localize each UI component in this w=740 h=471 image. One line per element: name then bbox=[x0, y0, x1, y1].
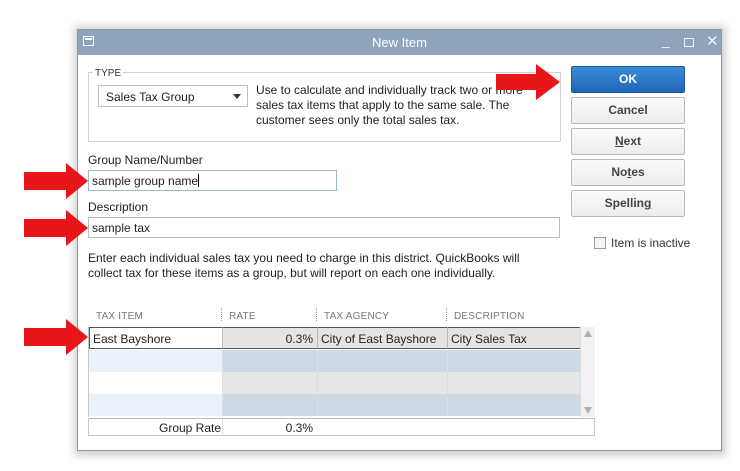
group-name-input[interactable]: sample group name bbox=[88, 170, 337, 191]
description-value: sample tax bbox=[92, 221, 151, 235]
cell-tax-item[interactable]: East Bayshore bbox=[89, 327, 222, 349]
cell-tax-item[interactable] bbox=[89, 394, 222, 416]
tax-items-grid: TAX ITEM RATE TAX AGENCY DESCRIPTION Eas… bbox=[88, 307, 595, 436]
grid-scrollbar[interactable] bbox=[580, 327, 595, 417]
group-name-value: sample group name bbox=[92, 174, 199, 188]
scroll-up-icon[interactable] bbox=[584, 330, 592, 337]
cell-tax-item[interactable] bbox=[89, 372, 222, 394]
group-rate-value: 0.3% bbox=[285, 421, 313, 435]
group-rate-footer: Group Rate 0.3% bbox=[88, 418, 595, 436]
table-row[interactable] bbox=[89, 350, 581, 372]
new-item-dialog: New Item _ ✕ TYPE Sales Tax Group Use to… bbox=[77, 29, 722, 451]
column-header-tax-item[interactable]: TAX ITEM bbox=[96, 311, 143, 322]
column-header-tax-agency[interactable]: TAX AGENCY bbox=[324, 311, 389, 322]
next-button[interactable]: Next bbox=[571, 128, 685, 155]
cell-description[interactable] bbox=[447, 394, 581, 416]
column-separator[interactable] bbox=[316, 308, 317, 321]
item-type-dropdown[interactable]: Sales Tax Group bbox=[98, 85, 248, 107]
column-header-description[interactable]: DESCRIPTION bbox=[454, 311, 525, 322]
minimize-icon[interactable]: _ bbox=[662, 32, 670, 48]
cell-rate[interactable] bbox=[222, 372, 317, 394]
cell-tax-agency[interactable] bbox=[317, 372, 447, 394]
description-label: Description bbox=[88, 200, 149, 214]
column-separator[interactable] bbox=[221, 308, 222, 321]
description-input[interactable]: sample tax bbox=[88, 217, 560, 238]
cell-rate[interactable] bbox=[222, 350, 317, 372]
table-row[interactable] bbox=[89, 394, 581, 416]
cell-tax-agency[interactable] bbox=[317, 394, 447, 416]
cell-tax-agency[interactable] bbox=[317, 350, 447, 372]
item-inactive-label: Item is inactive bbox=[611, 236, 691, 250]
cell-rate[interactable] bbox=[222, 394, 317, 416]
cell-description[interactable] bbox=[447, 350, 581, 372]
type-legend: TYPE bbox=[93, 68, 124, 79]
notes-button[interactable]: Notes bbox=[571, 159, 685, 186]
column-separator[interactable] bbox=[446, 308, 447, 321]
dropdown-caret-icon bbox=[233, 94, 241, 99]
maximize-icon[interactable] bbox=[684, 38, 694, 47]
spelling-button[interactable]: Spelling bbox=[571, 190, 685, 217]
window-title: New Item bbox=[372, 35, 427, 50]
table-row[interactable] bbox=[89, 372, 581, 394]
annotation-arrow-group-name bbox=[24, 163, 88, 199]
instructions-text: Enter each individual sales tax you need… bbox=[88, 251, 520, 280]
cancel-button[interactable]: Cancel bbox=[571, 97, 685, 124]
ok-button[interactable]: OK bbox=[571, 66, 685, 93]
next-button-label: Next bbox=[614, 134, 641, 148]
group-name-label: Group Name/Number bbox=[88, 153, 203, 167]
group-rate-label: Group Rate bbox=[159, 421, 222, 435]
column-header-rate[interactable]: RATE bbox=[229, 311, 256, 322]
text-caret bbox=[198, 174, 200, 187]
grid-body: East Bayshore 0.3% City of East Bayshore… bbox=[88, 327, 581, 417]
annotation-arrow-description bbox=[24, 210, 88, 246]
annotation-arrow-ok bbox=[496, 64, 560, 100]
cell-description[interactable]: City Sales Tax bbox=[447, 327, 581, 349]
annotation-arrow-tax-item bbox=[24, 319, 88, 355]
footer-separator bbox=[222, 419, 223, 436]
title-bar[interactable]: New Item _ ✕ bbox=[78, 30, 721, 55]
table-row[interactable]: East Bayshore 0.3% City of East Bayshore… bbox=[89, 327, 581, 349]
cell-tax-agency[interactable]: City of East Bayshore bbox=[317, 327, 447, 349]
cell-rate[interactable]: 0.3% bbox=[222, 327, 317, 349]
cell-tax-item[interactable] bbox=[89, 350, 222, 372]
item-type-selected: Sales Tax Group bbox=[106, 90, 195, 104]
cell-description[interactable] bbox=[447, 372, 581, 394]
scroll-down-icon[interactable] bbox=[584, 407, 592, 414]
close-icon[interactable]: ✕ bbox=[706, 32, 719, 50]
item-inactive-checkbox[interactable] bbox=[594, 237, 606, 249]
grid-header: TAX ITEM RATE TAX AGENCY DESCRIPTION bbox=[88, 307, 580, 324]
